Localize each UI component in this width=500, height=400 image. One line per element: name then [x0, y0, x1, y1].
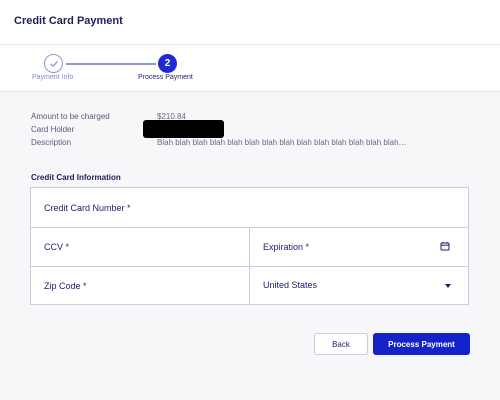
step-label-payment-info[interactable]: Payment Info — [32, 74, 73, 81]
card-number-label: Credit Card Number * — [44, 203, 131, 213]
expiration-label: Expiration * — [263, 242, 310, 252]
caret-down-icon — [445, 284, 451, 288]
step-connector — [66, 63, 156, 65]
card-number-field[interactable]: Credit Card Number * — [31, 188, 468, 227]
card-holder-label: Card Holder — [31, 125, 75, 134]
step-active-circle: 2 — [158, 54, 177, 73]
section-title-card-info: Credit Card Information — [31, 173, 121, 182]
step-complete-circle[interactable] — [44, 54, 63, 73]
country-value: United States — [263, 280, 318, 290]
redacted-card-holder — [143, 120, 224, 138]
ccv-label: CCV * — [44, 242, 70, 252]
ccv-field[interactable]: CCV * — [31, 228, 249, 266]
step-label-process-payment: Process Payment — [138, 74, 193, 81]
description-label: Description — [31, 138, 72, 147]
progress-stepper: 2 Payment Info Process Payment — [0, 45, 500, 92]
page-title: Credit Card Payment — [14, 15, 123, 27]
calendar-icon[interactable] — [440, 241, 450, 251]
zip-code-field[interactable]: Zip Code * — [31, 267, 249, 305]
process-payment-button[interactable]: Process Payment — [373, 333, 470, 355]
summary-row-amount: Amount to be charged $210.84 — [31, 112, 471, 124]
country-select[interactable]: United States — [250, 267, 468, 305]
description-value: Blah blah blah blah blah blah blah blah … — [157, 138, 407, 147]
credit-card-form: Credit Card Number * CCV * Expiration * … — [30, 187, 469, 305]
amount-label: Amount to be charged — [31, 112, 110, 121]
expiration-field[interactable]: Expiration * — [250, 228, 468, 266]
summary-row-description: Description Blah blah blah blah blah bla… — [31, 138, 471, 150]
form-column-divider — [249, 228, 250, 305]
check-icon — [49, 60, 58, 67]
summary-row-holder: Card Holder — [31, 125, 471, 137]
header-bar: Credit Card Payment — [0, 0, 500, 45]
back-button[interactable]: Back — [314, 333, 368, 355]
zip-code-label: Zip Code * — [44, 281, 87, 291]
